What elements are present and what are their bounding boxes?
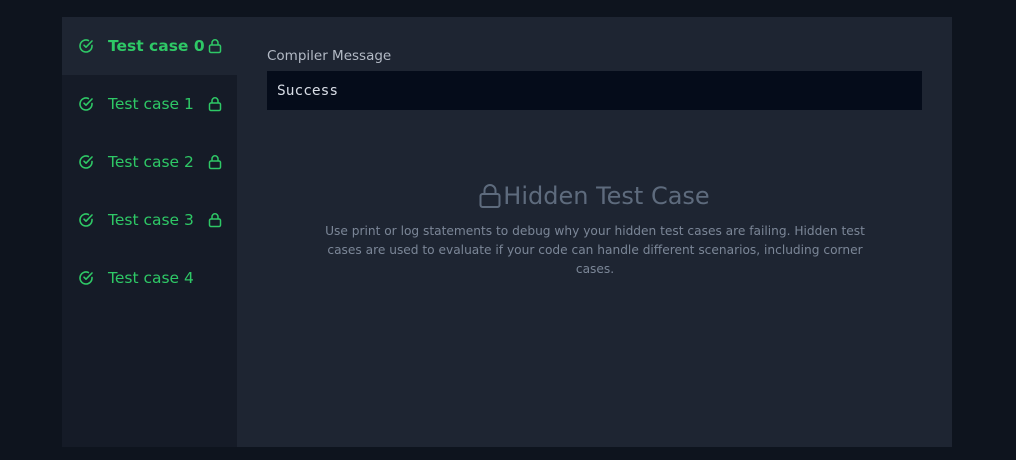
compiler-message-text: Success (277, 82, 339, 99)
lock-icon (208, 212, 222, 228)
check-circle-icon (78, 270, 94, 286)
test-case-sidebar: Test case 0 Test case 1 Test case 2 Test… (62, 17, 237, 447)
test-case-label: Test case 1 (108, 95, 194, 113)
test-case-tab-0[interactable]: Test case 0 (62, 17, 237, 75)
test-case-tab-2[interactable]: Test case 2 (62, 133, 237, 191)
lock-icon (208, 38, 222, 54)
hidden-test-case-heading: Hidden Test Case (237, 182, 952, 210)
hidden-test-case-description: Use print or log statements to debug why… (325, 224, 865, 276)
test-case-label: Test case 3 (108, 211, 194, 229)
test-case-tab-3[interactable]: Test case 3 (62, 191, 237, 249)
test-case-label: Test case 0 (108, 37, 205, 55)
check-circle-icon (78, 212, 94, 228)
check-circle-icon (78, 96, 94, 112)
test-case-tab-1[interactable]: Test case 1 (62, 75, 237, 133)
test-case-label: Test case 2 (108, 153, 194, 171)
test-results-panel: Test case 0 Test case 1 Test case 2 Test… (62, 17, 952, 447)
lock-icon (479, 183, 501, 209)
lock-icon (208, 154, 222, 170)
compiler-message-label: Compiler Message (267, 48, 392, 64)
test-case-label: Test case 4 (108, 269, 194, 287)
compiler-message-output[interactable]: Success (267, 71, 922, 110)
test-case-tab-4[interactable]: Test case 4 (62, 249, 237, 307)
test-case-output: Compiler Message Success Hidden Test Cas… (237, 17, 952, 447)
hidden-test-case-title: Hidden Test Case (503, 182, 710, 210)
check-circle-icon (78, 154, 94, 170)
check-circle-icon (78, 38, 94, 54)
lock-icon (208, 96, 222, 112)
